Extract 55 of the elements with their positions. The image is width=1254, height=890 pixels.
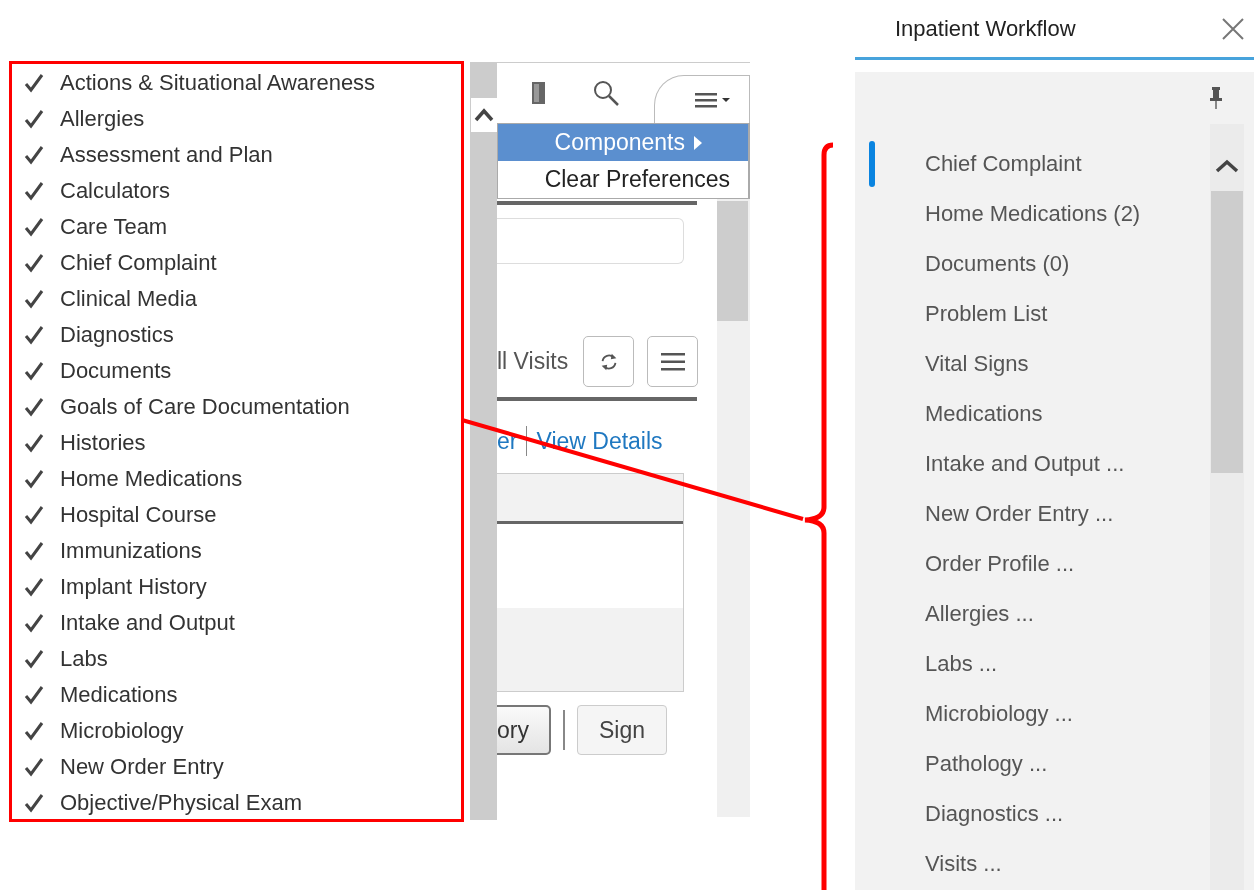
submenu-arrow-icon [694, 135, 702, 150]
menu-tab[interactable] [654, 75, 750, 123]
component-item[interactable]: Objective/Physical Exam [10, 785, 467, 821]
workflow-item[interactable]: Medications [855, 389, 1210, 439]
scrollbar[interactable] [467, 62, 497, 820]
door-icon[interactable] [531, 81, 547, 105]
menu-icon[interactable] [695, 90, 731, 109]
scrollbar[interactable] [717, 199, 750, 817]
refresh-button[interactable] [583, 336, 634, 387]
workflow-item[interactable]: Order Profile ... [855, 539, 1210, 589]
close-icon[interactable] [1222, 17, 1244, 40]
component-item[interactable]: Histories [10, 425, 467, 461]
component-item[interactable]: Intake and Output [10, 605, 467, 641]
component-item[interactable]: Medications [10, 677, 467, 713]
component-item[interactable]: New Order Entry [10, 749, 467, 785]
component-item[interactable]: Care Team [10, 209, 467, 245]
pin-icon[interactable] [1210, 87, 1222, 109]
component-item[interactable]: Hospital Course [10, 497, 467, 533]
component-item[interactable]: Implant History [10, 569, 467, 605]
component-item[interactable]: Calculators [10, 173, 467, 209]
workflow-item[interactable]: Problem List [855, 289, 1210, 339]
workflow-item[interactable]: Diagnostics ... [855, 789, 1210, 839]
link[interactable]: er [497, 427, 518, 455]
component-item[interactable]: Goals of Care Documentation [10, 389, 467, 425]
workflow-item[interactable]: New Order Entry ... [855, 489, 1210, 539]
workflow-item[interactable]: Visits ... [855, 839, 1210, 889]
workflow-item[interactable]: Microbiology ... [855, 689, 1210, 739]
workflow-item[interactable]: Vital Signs [855, 339, 1210, 389]
workflow-item[interactable]: Home Medications (2) [855, 189, 1210, 239]
menu-icon [660, 351, 685, 372]
workflow-item[interactable]: Allergies ... [855, 589, 1210, 639]
workflow-item[interactable]: Pathology ... [855, 739, 1210, 789]
component-item[interactable]: Actions & Situational Awareness [10, 65, 467, 101]
component-item[interactable]: Diagnostics [10, 317, 467, 353]
visits-filter-label[interactable]: ll Visits [497, 348, 570, 375]
panel-title: Inpatient Workflow [895, 15, 1076, 42]
component-item[interactable]: Assessment and Plan [10, 137, 467, 173]
menu-button[interactable] [647, 336, 698, 387]
component-item[interactable]: Labs [10, 641, 467, 677]
workflow-item[interactable]: Chief Complaint [855, 139, 1210, 189]
workflow-item[interactable]: Intake and Output ... [855, 439, 1210, 489]
component-item[interactable]: Immunizations [10, 533, 467, 569]
search-icon[interactable] [592, 79, 620, 107]
scrollbar[interactable] [1210, 124, 1244, 890]
component-item[interactable]: Documents [10, 353, 467, 389]
workflow-item[interactable]: Labs ... [855, 639, 1210, 689]
component-item[interactable]: Clinical Media [10, 281, 467, 317]
menu-item[interactable]: Clear Preferences [498, 161, 748, 198]
component-item[interactable]: Chief Complaint [10, 245, 467, 281]
component-item[interactable]: Allergies [10, 101, 467, 137]
action-button[interactable]: Sign [576, 705, 667, 755]
action-button[interactable]: ory [497, 705, 551, 755]
component-item[interactable]: Microbiology [10, 713, 467, 749]
component-item[interactable]: Home Medications [10, 461, 467, 497]
workflow-item[interactable]: Documents (0) [855, 239, 1210, 289]
